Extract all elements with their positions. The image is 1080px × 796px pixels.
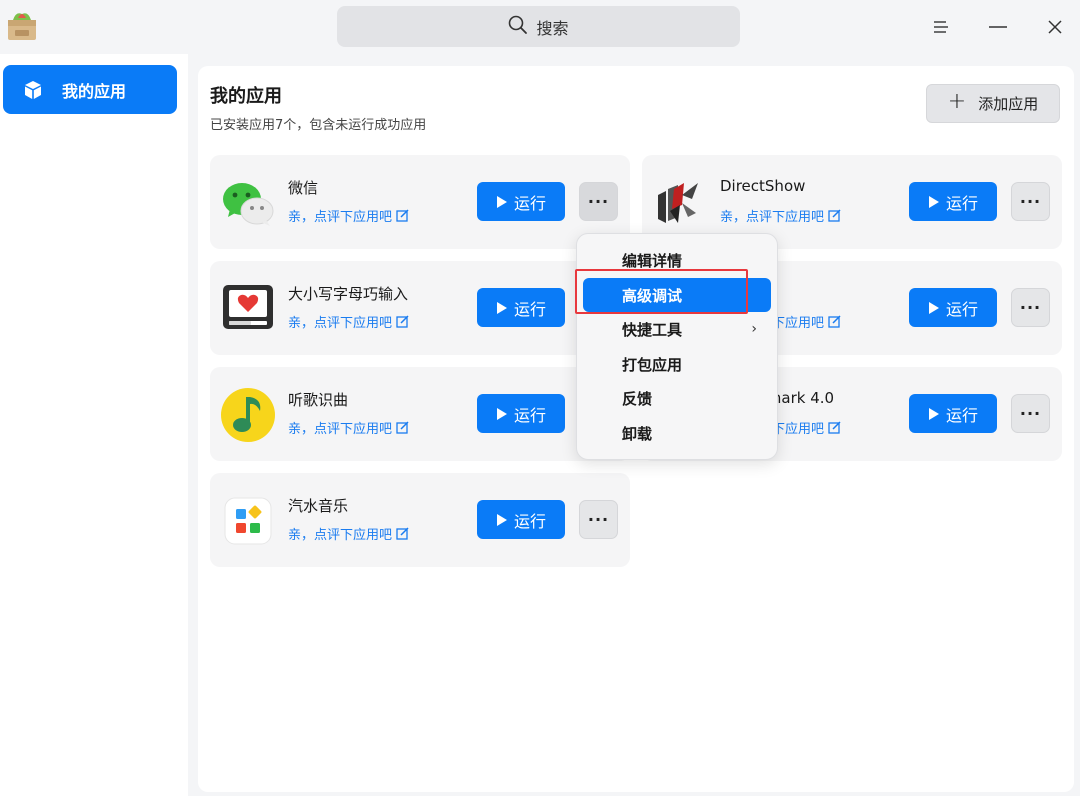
app-name: 听歌识曲 [288,391,349,409]
run-label: 运行 [513,299,546,319]
music-note-icon [220,387,276,443]
edit-icon [396,209,409,222]
play-icon [928,301,939,314]
sidebar-item-label: 我的应用 [62,81,127,101]
app-store-logo-icon [4,8,40,44]
hamburger-menu-button[interactable] [926,12,956,42]
more-options-button[interactable]: ··· [579,500,618,539]
review-link[interactable]: 亲，点评下应用吧 [288,524,409,543]
menu-item-package-app[interactable]: 打包应用 [583,347,771,381]
menu-item-label: 打包应用 [622,355,683,374]
edit-icon [396,315,409,328]
title-bar: 搜索 [0,0,1080,54]
menu-item-shortcut-tools[interactable]: 快捷工具 › [583,312,771,346]
annotation-highlight-box [575,269,748,314]
run-label: 运行 [513,193,546,213]
add-app-button[interactable]: + 添加应用 [926,84,1060,123]
review-text: 亲，点评下应用吧 [720,210,825,225]
soda-music-icon [220,493,276,549]
app-card-wechat: 微信 亲，点评下应用吧 运行 ··· [210,155,630,249]
run-button[interactable]: 运行 [909,288,997,327]
chevron-right-icon: › [751,321,757,337]
sidebar: 我的应用 [0,54,188,796]
search-label: 搜索 [536,18,569,38]
menu-item-label: 编辑详情 [622,251,683,270]
play-icon [496,513,507,526]
close-button[interactable] [1040,12,1070,42]
add-app-label: 添加应用 [978,95,1039,113]
minimize-icon [989,26,1007,28]
edit-icon [828,315,841,328]
wechat-icon [220,175,276,231]
review-link[interactable]: 亲，点评下应用吧 [288,206,409,225]
review-text: 亲，点评下应用吧 [288,528,393,543]
run-button[interactable]: 运行 [909,182,997,221]
play-icon [496,195,507,208]
run-label: 运行 [945,299,978,319]
page-title: 我的应用 [210,86,282,107]
play-icon [928,195,939,208]
play-icon [496,301,507,314]
more-options-button[interactable]: ··· [579,182,618,221]
menu-item-label: 快捷工具 [622,320,683,339]
close-icon [1048,20,1062,34]
more-options-button[interactable]: ··· [1011,288,1050,327]
app-card-soda-music: 汽水音乐 亲，点评下应用吧 运行 ··· [210,473,630,567]
run-label: 运行 [945,405,978,425]
run-button[interactable]: 运行 [477,394,565,433]
app-name: DirectShow [720,177,806,195]
edit-icon [828,209,841,222]
review-link[interactable]: 亲，点评下应用吧 [288,312,409,331]
review-text: 亲，点评下应用吧 [288,316,393,331]
search-icon [508,15,528,39]
monitor-heart-icon [220,281,276,337]
run-label: 运行 [945,193,978,213]
search-box[interactable]: 搜索 [337,6,740,47]
cube-icon [23,80,43,100]
run-label: 运行 [513,405,546,425]
plus-icon: + [947,89,967,114]
app-name: 微信 [288,179,319,197]
run-label: 运行 [513,511,546,531]
more-options-button[interactable]: ··· [1011,182,1050,221]
minimize-button[interactable] [983,12,1013,42]
edit-icon [828,421,841,434]
sidebar-item-my-apps[interactable]: 我的应用 [3,65,177,114]
review-link[interactable]: 亲，点评下应用吧 [288,418,409,437]
page-subtitle: 已安装应用7个，包含未运行成功应用 [210,118,427,133]
edit-icon [396,527,409,540]
app-name: 汽水音乐 [288,497,349,515]
play-icon [496,407,507,420]
menu-item-label: 卸载 [622,424,653,443]
review-text: 亲，点评下应用吧 [288,210,393,225]
run-button[interactable]: 运行 [477,182,565,221]
directshow-icon [652,175,708,231]
app-name: 大小写字母巧输入 [288,285,409,303]
hamburger-icon [934,21,948,33]
app-card-letter-input: 大小写字母巧输入 亲，点评下应用吧 运行 [210,261,630,355]
context-menu: 编辑详情 高级调试 快捷工具 › 打包应用 反馈 卸载 [576,233,778,460]
edit-icon [396,421,409,434]
menu-item-feedback[interactable]: 反馈 [583,381,771,415]
menu-item-uninstall[interactable]: 卸载 [583,416,771,450]
play-icon [928,407,939,420]
review-text: 亲，点评下应用吧 [288,422,393,437]
more-options-button[interactable]: ··· [1011,394,1050,433]
menu-item-label: 反馈 [622,389,653,408]
run-button[interactable]: 运行 [477,500,565,539]
review-link[interactable]: 亲，点评下应用吧 [720,206,841,225]
run-button[interactable]: 运行 [477,288,565,327]
app-card-song-recognition: 听歌识曲 亲，点评下应用吧 运行 [210,367,630,461]
run-button[interactable]: 运行 [909,394,997,433]
